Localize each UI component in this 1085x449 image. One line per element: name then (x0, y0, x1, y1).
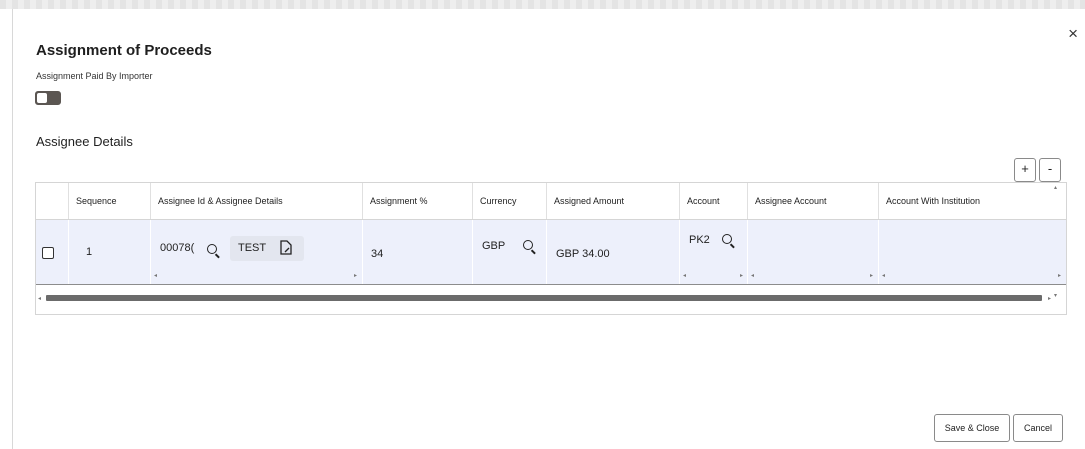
assigned-amount-value: GBP 34.00 (556, 248, 610, 260)
close-icon[interactable]: × (1068, 25, 1078, 42)
assignment-of-proceeds-dialog: × Assignment of Proceeds Assignment Paid… (12, 9, 1085, 449)
scrollbar-left-arrow-icon[interactable]: ◂ (38, 295, 41, 302)
row-checkbox[interactable] (42, 247, 54, 259)
currency-cell: GBP (473, 220, 547, 284)
dialog-title: Assignment of Proceeds (36, 42, 212, 59)
currency-search-icon[interactable] (523, 240, 533, 250)
header-account-with-institution[interactable]: Account With Institution (879, 183, 1066, 219)
background-page-strip (0, 0, 1085, 9)
assigned-amount-cell: GBP 34.00 (547, 220, 680, 284)
assignee-account-cell[interactable]: ◂ ▸ (748, 220, 879, 284)
scroll-right-icon[interactable]: ▸ (740, 272, 743, 279)
assignment-pct-cell: 34 (363, 220, 473, 284)
horizontal-scrollbar-thumb[interactable] (46, 295, 1042, 301)
scroll-left-icon[interactable]: ◂ (882, 272, 885, 279)
sequence-value: 1 (86, 246, 93, 258)
table-row[interactable]: 1 00078( TEST ◂ ▸ 34 GBP GBP 34.00 PK2 ◂… (36, 220, 1066, 285)
assignee-id-input[interactable]: 00078( (160, 242, 194, 254)
header-sequence[interactable]: Sequence (69, 183, 151, 219)
header-assignee-id[interactable]: Assignee Id & Assignee Details (151, 183, 363, 219)
sequence-cell: 1 (69, 220, 151, 284)
scrollbar-right-arrow-icon[interactable]: ▸ (1048, 295, 1051, 302)
header-account[interactable]: Account (680, 183, 748, 219)
scroll-left-icon[interactable]: ◂ (683, 272, 686, 279)
toggle-knob (37, 93, 47, 103)
header-select (36, 183, 69, 219)
account-cell: PK2 ◂ ▸ (680, 220, 748, 284)
account-with-institution-cell[interactable]: ◂ ▸ (879, 220, 1066, 284)
assignee-details-heading: Assignee Details (36, 134, 133, 149)
currency-input[interactable]: GBP (482, 240, 505, 252)
add-row-button[interactable]: + (1014, 158, 1036, 182)
header-assignment-pct[interactable]: Assignment % (363, 183, 473, 219)
scroll-right-icon[interactable]: ▸ (354, 272, 357, 279)
assignee-details-field[interactable]: TEST (230, 236, 304, 261)
scroll-left-icon[interactable]: ◂ (154, 272, 157, 279)
horizontal-scrollbar[interactable]: ◂ ▸ (36, 288, 1066, 310)
assignment-paid-by-importer-label: Assignment Paid By Importer (36, 71, 153, 81)
header-currency[interactable]: Currency (473, 183, 547, 219)
account-search-icon[interactable] (722, 234, 732, 244)
cancel-button[interactable]: Cancel (1013, 414, 1063, 442)
remove-row-button[interactable]: - (1039, 158, 1061, 182)
scroll-right-icon[interactable]: ▸ (1058, 272, 1061, 279)
assignment-paid-by-importer-toggle[interactable] (35, 91, 61, 105)
save-close-button[interactable]: Save & Close (934, 414, 1010, 442)
header-assignee-account[interactable]: Assignee Account (748, 183, 879, 219)
scroll-right-icon[interactable]: ▸ (870, 272, 873, 279)
scroll-left-icon[interactable]: ◂ (751, 272, 754, 279)
row-select-cell (36, 220, 69, 284)
header-assigned-amount[interactable]: Assigned Amount (547, 183, 680, 219)
assignee-search-icon[interactable] (207, 244, 217, 254)
assignee-name: TEST (238, 242, 267, 254)
vertical-scroll-down-icon[interactable]: ▾ (1054, 292, 1057, 299)
account-input[interactable]: PK2 (689, 234, 710, 246)
vertical-scroll-up-icon[interactable]: ▴ (1054, 184, 1057, 191)
assignee-id-cell: 00078( TEST ◂ ▸ (151, 220, 363, 284)
edit-document-icon[interactable] (280, 240, 292, 255)
assignment-pct-value[interactable]: 34 (371, 248, 383, 260)
assignee-details-table: Sequence Assignee Id & Assignee Details … (35, 182, 1067, 315)
table-header: Sequence Assignee Id & Assignee Details … (36, 183, 1066, 220)
